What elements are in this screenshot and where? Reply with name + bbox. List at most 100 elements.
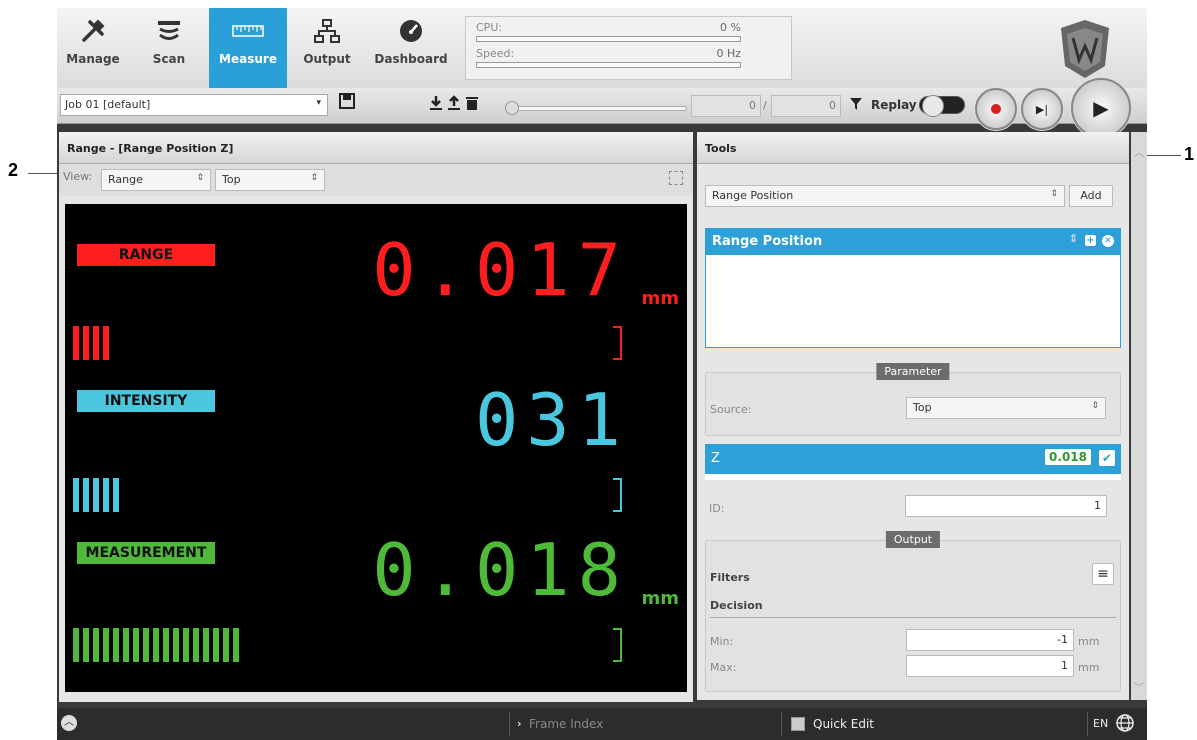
- tool-type-select[interactable]: Range Position ⇕: [705, 185, 1065, 207]
- play-button[interactable]: ▶: [1071, 78, 1131, 138]
- range-gauge-bar: [93, 326, 99, 360]
- job-select-value: Job 01 [default]: [65, 98, 151, 111]
- record-button[interactable]: [975, 88, 1017, 130]
- view-label: View:: [63, 170, 93, 183]
- replay-toggle[interactable]: [919, 95, 965, 117]
- quick-edit-checkbox[interactable]: [791, 717, 805, 731]
- min-field[interactable]: -1: [906, 629, 1074, 651]
- measurement-gauge-end: [613, 628, 622, 662]
- nav-output[interactable]: Output: [291, 8, 363, 88]
- frame-separator: /: [763, 99, 767, 112]
- expand-up-icon[interactable]: ︿: [61, 715, 77, 731]
- view-mode-select[interactable]: Range ⇕: [101, 169, 211, 191]
- frame-current-field[interactable]: 0: [691, 95, 761, 117]
- chevron-down-icon: ▾: [316, 98, 321, 108]
- record-icon: [991, 104, 1001, 114]
- filter-icon[interactable]: [849, 96, 863, 116]
- speed-metric: Speed: 0 Hz: [476, 47, 781, 73]
- tools-scrollbar[interactable]: ︿ ﹀: [1131, 132, 1147, 700]
- quick-edit-label[interactable]: Quick Edit: [813, 717, 874, 731]
- decision-divider: [710, 617, 1116, 618]
- callout-2: 2: [8, 160, 19, 180]
- measurement-gauge-bar: [73, 628, 79, 662]
- intensity-tag: INTENSITY: [77, 390, 215, 412]
- view-source-select[interactable]: Top ⇕: [215, 169, 325, 191]
- measurement-gauge-bar: [133, 628, 139, 662]
- parameter-group: Parameter Source: Top ⇕: [705, 363, 1121, 436]
- nav-scan[interactable]: Scan: [133, 8, 205, 88]
- status-separator: [509, 712, 510, 736]
- max-field[interactable]: 1: [906, 655, 1074, 677]
- cpu-metric: CPU: 0 %: [476, 21, 781, 47]
- measurement-gauge-bar: [173, 628, 179, 662]
- cpu-bar: [476, 36, 741, 42]
- trash-icon[interactable]: [465, 95, 479, 115]
- add-tool-button[interactable]: Add: [1069, 185, 1113, 207]
- range-tag: RANGE: [77, 244, 215, 266]
- step-forward-icon: ▶|: [1035, 102, 1049, 116]
- measurement-row[interactable]: Z 0.018 ✔: [705, 444, 1121, 480]
- source-label: Source:: [710, 403, 752, 416]
- updown-icon: ⇕: [196, 173, 204, 183]
- measurement-gauge-bar: [153, 628, 159, 662]
- fit-view-icon[interactable]: [669, 171, 683, 185]
- id-field[interactable]: 1: [905, 495, 1107, 517]
- reorder-icon[interactable]: ⇕: [1069, 232, 1078, 245]
- top-navigation: Manage Scan Measure Output Dashboard CPU…: [57, 8, 1147, 88]
- tool-list-item[interactable]: Range Position ⇕ + ✕: [706, 229, 1120, 255]
- chevron-down-icon[interactable]: ﹀: [1134, 679, 1144, 694]
- save-icon[interactable]: [339, 93, 355, 113]
- nav-manage[interactable]: Manage: [57, 8, 129, 88]
- view-bar: View: Range ⇕ Top ⇕: [59, 164, 693, 196]
- updown-icon: ⇕: [310, 173, 318, 183]
- measurement-unit: mm: [641, 588, 679, 609]
- intensity-bar-gauge: [73, 478, 119, 512]
- playback-slider[interactable]: [505, 101, 687, 115]
- download-icon[interactable]: [429, 95, 443, 115]
- measurement-gauge-bar: [233, 628, 239, 662]
- brand-logo: [1053, 16, 1117, 82]
- tool-type-value: Range Position: [712, 189, 794, 202]
- source-select[interactable]: Top ⇕: [906, 397, 1106, 419]
- measurement-tag: MEASUREMENT: [77, 542, 215, 564]
- updown-icon: ⇕: [1091, 401, 1099, 411]
- measurement-gauge-bar: [223, 628, 229, 662]
- frame-total-field[interactable]: 0: [771, 95, 841, 117]
- range-unit: mm: [641, 288, 679, 309]
- globe-icon[interactable]: [1115, 713, 1135, 736]
- wrench-icon: [57, 8, 129, 52]
- range-value: 0.017: [372, 228, 629, 312]
- list-icon[interactable]: ≡: [1092, 563, 1114, 585]
- step-forward-button[interactable]: ▶|: [1021, 88, 1063, 130]
- nav-measure-label: Measure: [219, 52, 277, 66]
- frame-index-label[interactable]: Frame Index: [529, 717, 603, 731]
- gauge-icon: [367, 8, 455, 52]
- intensity-gauge-bar: [93, 478, 99, 512]
- status-separator: [781, 712, 782, 736]
- updown-icon: ⇕: [1050, 189, 1058, 199]
- speed-bar: [476, 62, 741, 68]
- measurement-name: Z: [711, 451, 720, 466]
- playback-slider-knob[interactable]: [505, 101, 519, 115]
- nav-output-label: Output: [303, 52, 351, 66]
- language-label[interactable]: EN: [1093, 717, 1108, 730]
- delete-icon[interactable]: ✕: [1102, 235, 1114, 247]
- play-icon: ▶: [1093, 96, 1109, 120]
- duplicate-icon[interactable]: +: [1085, 235, 1096, 246]
- range-gauge-bar: [83, 326, 89, 360]
- measurement-gauge-bar: [103, 628, 109, 662]
- measurement-header[interactable]: Z 0.018 ✔: [705, 444, 1121, 474]
- intensity-gauge-bar: [103, 478, 109, 512]
- checkbox-checked-icon[interactable]: ✔: [1099, 450, 1115, 466]
- decision-label: Decision: [710, 599, 763, 612]
- nav-dashboard[interactable]: Dashboard: [367, 8, 455, 88]
- measurement-bar-gauge: [73, 628, 239, 662]
- chevron-up-icon[interactable]: ︿: [1134, 144, 1144, 159]
- output-legend: Output: [885, 531, 941, 548]
- callout-1: 1: [1184, 144, 1195, 164]
- system-metrics: CPU: 0 % Speed: 0 Hz: [465, 16, 792, 80]
- job-select[interactable]: Job 01 [default] ▾: [60, 94, 328, 116]
- nav-measure[interactable]: Measure: [209, 8, 287, 88]
- upload-icon[interactable]: [447, 95, 461, 115]
- status-separator: [1087, 712, 1088, 736]
